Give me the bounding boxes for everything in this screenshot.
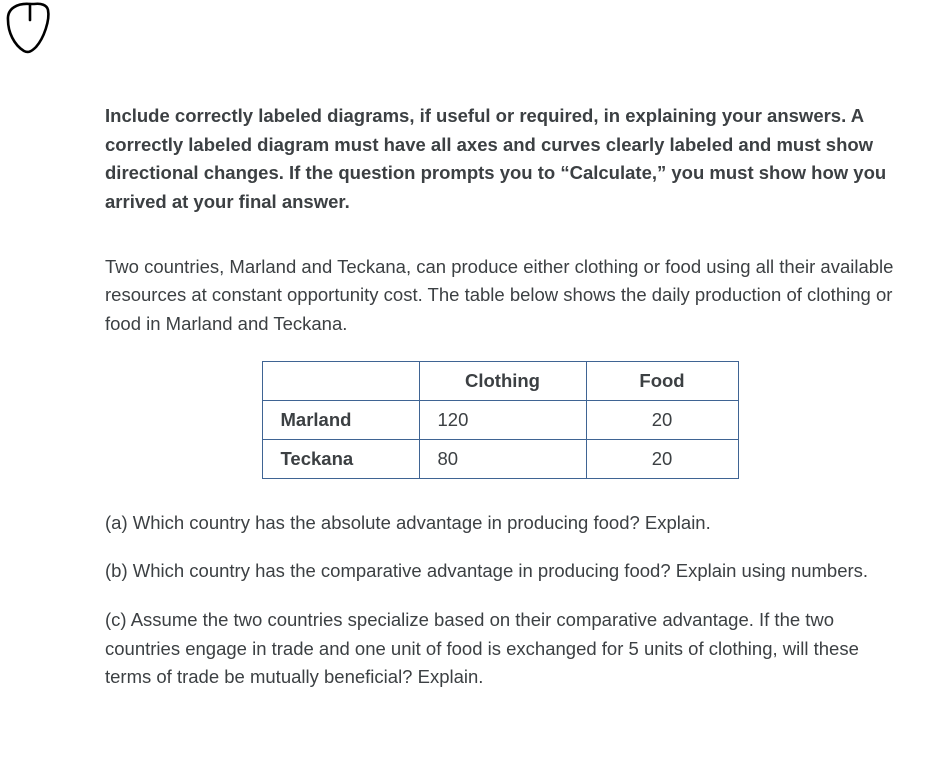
table-header-row: Clothing Food: [262, 361, 738, 400]
question-a: (a) Which country has the absolute advan…: [105, 509, 895, 538]
page: Include correctly labeled diagrams, if u…: [0, 0, 948, 767]
table-row: Marland 120 20: [262, 400, 738, 439]
intro-text: Two countries, Marland and Teckana, can …: [105, 253, 895, 339]
table-row: Teckana 80 20: [262, 439, 738, 478]
production-table-wrap: Clothing Food Marland 120 20 Teckana 80 …: [105, 361, 895, 479]
question-c: (c) Assume the two countries specialize …: [105, 606, 895, 692]
row-country: Teckana: [262, 439, 419, 478]
header-clothing: Clothing: [419, 361, 586, 400]
row-clothing: 120: [419, 400, 586, 439]
hand-drawn-annotation: [4, 0, 54, 55]
instructions-text: Include correctly labeled diagrams, if u…: [105, 102, 895, 217]
row-food: 20: [586, 400, 738, 439]
row-country: Marland: [262, 400, 419, 439]
question-content: Include correctly labeled diagrams, if u…: [105, 102, 895, 712]
question-b: (b) Which country has the comparative ad…: [105, 557, 895, 586]
header-food: Food: [586, 361, 738, 400]
row-clothing: 80: [419, 439, 586, 478]
production-table: Clothing Food Marland 120 20 Teckana 80 …: [262, 361, 739, 479]
row-food: 20: [586, 439, 738, 478]
header-blank: [262, 361, 419, 400]
